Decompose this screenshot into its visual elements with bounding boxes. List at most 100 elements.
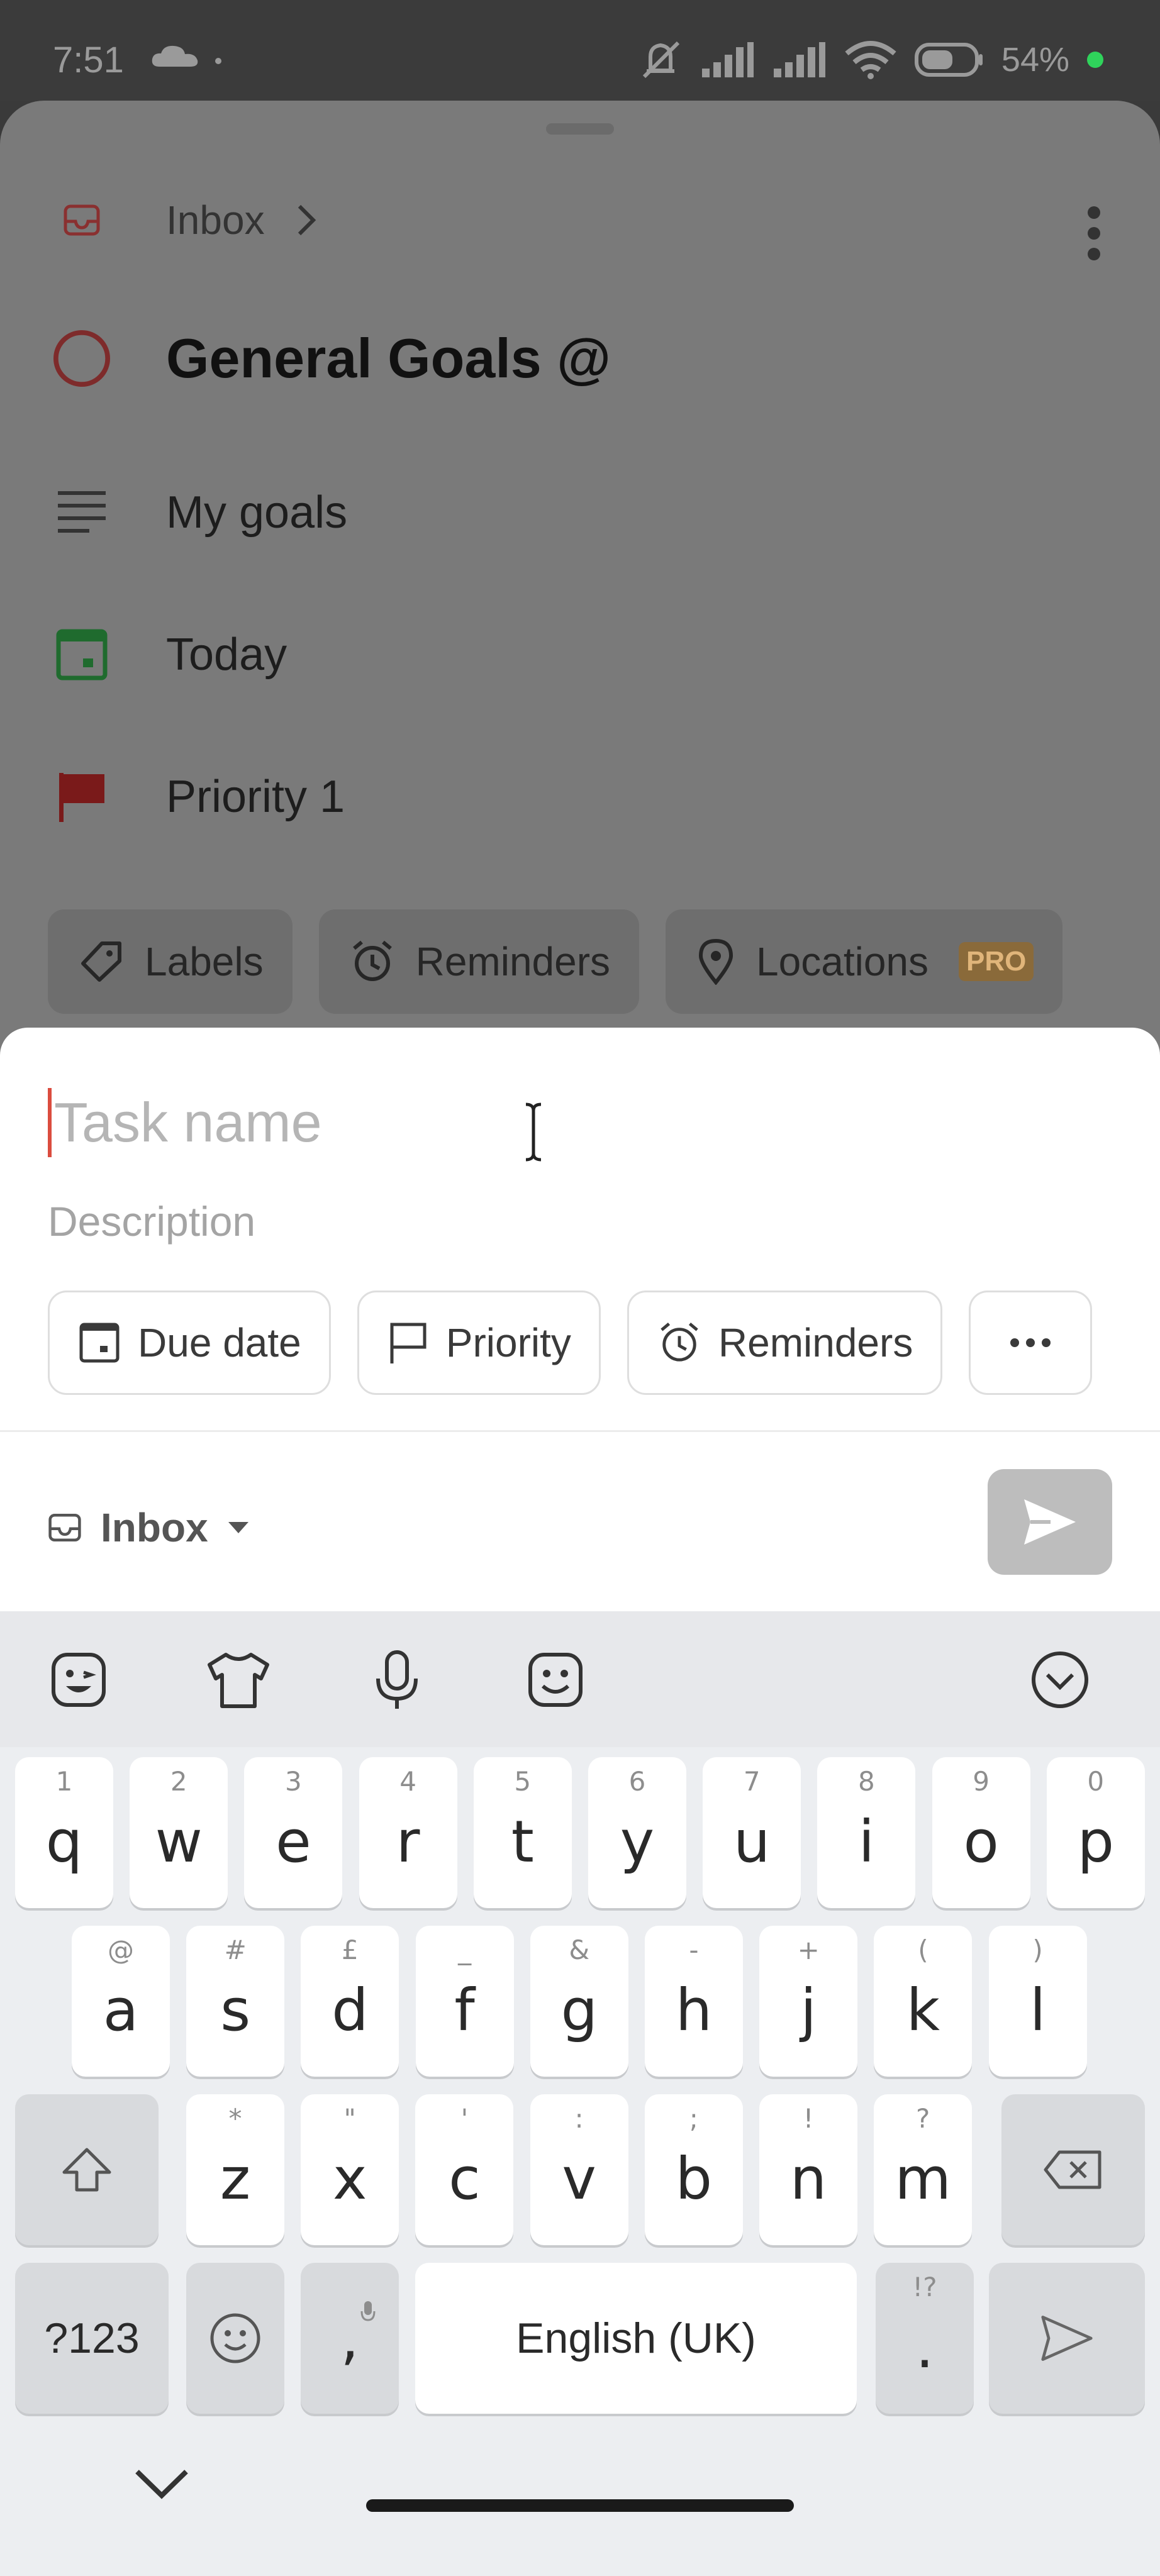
privacy-indicator <box>1087 52 1103 68</box>
key-y[interactable]: 6y <box>588 1757 686 1908</box>
inbox-icon <box>64 204 100 236</box>
home-indicator[interactable] <box>366 2499 794 2512</box>
key-label: l <box>1029 1976 1046 2044</box>
labels-chip[interactable]: Labels <box>48 909 293 1014</box>
key-b[interactable]: ; b <box>644 2094 743 2245</box>
key-q[interactable]: 1q <box>15 1757 113 1908</box>
key-i[interactable]: 8i <box>817 1757 916 1908</box>
drag-handle[interactable] <box>546 123 614 135</box>
task-name-input[interactable]: Task name <box>48 1088 322 1157</box>
key-c[interactable]: ' c <box>415 2094 514 2245</box>
key-label: ?123 <box>44 2314 140 2362</box>
collapse-keyboard-icon[interactable] <box>1027 1646 1093 1713</box>
key-hint: " <box>343 2103 356 2134</box>
key-l[interactable]: ) l <box>988 1926 1087 2077</box>
priority-value[interactable]: Priority 1 <box>166 771 345 823</box>
key-hint: 8 <box>858 1766 875 1797</box>
key-label: , <box>340 2304 359 2372</box>
shift-key[interactable] <box>15 2094 159 2245</box>
cloud-icon <box>152 45 198 67</box>
shift-icon <box>62 2148 111 2192</box>
key-p[interactable]: 0p <box>1046 1757 1145 1908</box>
more-options-chip[interactable] <box>969 1291 1093 1395</box>
key-x[interactable]: " x <box>301 2094 399 2245</box>
key-n[interactable]: ! n <box>759 2094 857 2245</box>
space-key[interactable]: English (UK) <box>415 2263 857 2414</box>
more-horizontal-icon <box>1010 1338 1051 1347</box>
key-label: u <box>733 1807 771 1875</box>
key-hint: _ <box>458 1935 472 1965</box>
key-label: y <box>620 1807 655 1875</box>
key-e[interactable]: 3e <box>244 1757 343 1908</box>
tag-icon <box>81 941 121 982</box>
locations-chip[interactable]: Locations PRO <box>666 909 1063 1014</box>
send-button[interactable] <box>988 1469 1112 1575</box>
due-date-row[interactable]: Today <box>0 620 1160 689</box>
breadcrumb[interactable]: Inbox <box>0 189 1160 252</box>
priority-label: Priority <box>445 1320 571 1365</box>
key-z[interactable]: * z <box>186 2094 284 2245</box>
reminders-label: Reminders <box>718 1320 913 1365</box>
key-k[interactable]: (k <box>874 1926 973 2077</box>
priority-row[interactable]: Priority 1 <box>0 762 1160 831</box>
breadcrumb-project[interactable]: Inbox <box>166 197 265 243</box>
key-r[interactable]: 4r <box>359 1757 457 1908</box>
key-hint: 4 <box>399 1766 416 1797</box>
emoji-key[interactable] <box>186 2263 284 2414</box>
key-d[interactable]: £ d <box>301 1926 399 2077</box>
key-t[interactable]: 5t <box>473 1757 572 1908</box>
locations-label: Locations <box>756 939 929 984</box>
comma-key[interactable]: , <box>301 2263 399 2414</box>
key-u[interactable]: 7u <box>703 1757 801 1908</box>
reminders-chip[interactable]: Reminders <box>318 909 640 1014</box>
complete-checkbox-icon[interactable] <box>52 323 112 394</box>
description-input[interactable]: Description <box>48 1197 255 1245</box>
key-j[interactable]: + j <box>759 1926 858 2077</box>
divider <box>0 1430 1160 1432</box>
key-v[interactable]: :v <box>530 2094 628 2245</box>
priority-chip[interactable]: Priority <box>357 1291 601 1395</box>
key-s[interactable]: # s <box>186 1926 285 2077</box>
more-options-icon[interactable] <box>1085 205 1103 262</box>
clock: 7:51 <box>53 40 124 80</box>
project-picker[interactable]: Inbox <box>48 1493 250 1562</box>
clothing-icon[interactable] <box>205 1646 272 1713</box>
due-date-value[interactable]: Today <box>166 629 287 680</box>
key-g[interactable]: & g <box>530 1926 628 2077</box>
key-o[interactable]: 9o <box>932 1757 1030 1908</box>
task-title[interactable]: General Goals @ <box>166 326 611 391</box>
microphone-icon[interactable] <box>364 1646 430 1713</box>
inbox-icon <box>48 1513 81 1542</box>
alarm-icon <box>661 1323 698 1362</box>
key-w[interactable]: 2w <box>130 1757 228 1908</box>
task-description[interactable]: My goals <box>166 487 347 538</box>
hide-keyboard-icon[interactable] <box>133 2465 190 2503</box>
wifi-icon <box>845 41 896 79</box>
period-key[interactable]: !?. <box>876 2263 974 2414</box>
key-h[interactable]: -h <box>645 1926 743 2077</box>
enter-key[interactable] <box>989 2263 1145 2414</box>
key-m[interactable]: ? m <box>874 2094 973 2245</box>
sticker-icon[interactable] <box>45 1646 112 1713</box>
task-title-row[interactable]: General Goals @ <box>0 314 1160 402</box>
key-hint: 9 <box>973 1766 990 1797</box>
key-label: j <box>800 1976 817 2044</box>
symbols-key[interactable]: ?123 <box>15 2263 169 2414</box>
calendar-icon <box>56 629 108 680</box>
emoji-icon[interactable] <box>522 1646 589 1713</box>
soft-keyboard: 1 q 2 w 3 e 4 r 5 t 6 y 7 u 8 i 9 o 0 p @ a # s £ d _ f & g - h + j(k) l * z… <box>0 1611 1160 2576</box>
reminders-chip[interactable]: Reminders <box>627 1291 943 1395</box>
due-date-label: Due date <box>138 1320 301 1365</box>
caret-down-icon <box>228 1522 248 1533</box>
emoji-icon <box>210 2313 260 2363</box>
key-label: k <box>906 1976 940 2044</box>
flag-outline-icon <box>390 1323 427 1363</box>
labels-label: Labels <box>145 939 264 984</box>
key-label: f <box>454 1976 475 2044</box>
description-row[interactable]: My goals <box>0 478 1160 547</box>
backspace-key[interactable] <box>1001 2094 1145 2245</box>
key-a[interactable]: @ a <box>72 1926 170 2077</box>
due-date-chip[interactable]: Due date <box>48 1291 331 1395</box>
key-label: n <box>789 2145 827 2212</box>
key-f[interactable]: _ f <box>415 1926 514 2077</box>
